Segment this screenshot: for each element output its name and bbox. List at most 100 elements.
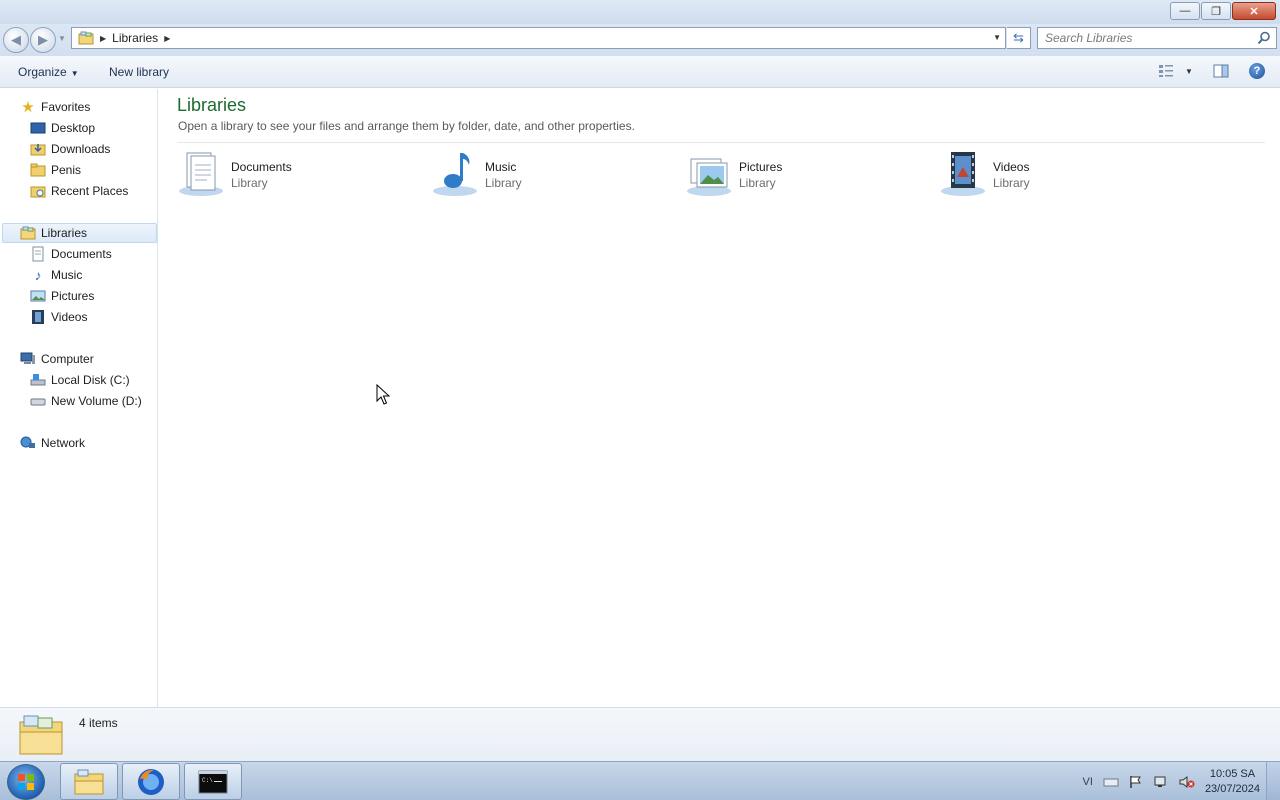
videos-library-icon bbox=[941, 152, 985, 196]
search-icon[interactable] bbox=[1257, 31, 1271, 45]
library-name: Videos bbox=[993, 160, 1030, 174]
help-button[interactable]: ? bbox=[1248, 63, 1266, 79]
nav-item-label: Music bbox=[51, 268, 83, 282]
search-box[interactable] bbox=[1037, 27, 1277, 49]
language-indicator[interactable]: VI bbox=[1083, 776, 1093, 788]
taskbar: C:\ VI 10:05 SA 23/07/2024 bbox=[0, 761, 1280, 800]
document-icon bbox=[30, 246, 46, 262]
view-options-dropdown[interactable]: ▼ bbox=[1180, 63, 1198, 79]
drive-icon bbox=[30, 393, 46, 409]
new-library-button[interactable]: New library bbox=[109, 65, 169, 79]
address-dropdown-icon[interactable]: ▼ bbox=[993, 33, 1001, 42]
show-desktop-button[interactable] bbox=[1266, 762, 1280, 800]
library-tile-documents[interactable]: Documents Library bbox=[177, 149, 417, 201]
organize-button[interactable]: Organize ▼ bbox=[18, 65, 79, 79]
system-drive-icon bbox=[30, 372, 46, 388]
preview-pane-icon bbox=[1213, 64, 1229, 78]
breadcrumb-separator[interactable]: ▶ bbox=[164, 34, 170, 43]
address-bar[interactable]: ▶ Libraries ▶ ▼ bbox=[71, 27, 1006, 49]
forward-button[interactable]: ▶ bbox=[30, 27, 56, 53]
recent-pages-dropdown[interactable]: ▼ bbox=[58, 34, 66, 43]
nav-item-videos[interactable]: Videos bbox=[30, 307, 87, 327]
breadcrumb-libraries[interactable]: Libraries bbox=[112, 31, 158, 45]
libraries-icon bbox=[20, 225, 36, 241]
network-status-icon[interactable] bbox=[1153, 775, 1169, 789]
change-view-button[interactable] bbox=[1157, 63, 1175, 79]
window-controls: — ❐ ✕ bbox=[1170, 2, 1276, 20]
nav-item-documents[interactable]: Documents bbox=[30, 244, 112, 264]
forward-arrow-icon: ▶ bbox=[38, 32, 48, 47]
start-button[interactable] bbox=[7, 764, 45, 800]
maximize-button[interactable]: ❐ bbox=[1201, 2, 1231, 20]
nav-item-penis[interactable]: Penis bbox=[30, 160, 81, 180]
command-prompt-icon: C:\ bbox=[198, 770, 228, 793]
library-tile-music[interactable]: Music Library bbox=[431, 149, 671, 201]
nav-item-label: Local Disk (C:) bbox=[51, 373, 130, 387]
nav-computer-label: Computer bbox=[41, 352, 94, 366]
pictures-library-icon bbox=[687, 158, 731, 196]
library-name: Documents bbox=[231, 160, 292, 174]
back-arrow-icon: ◀ bbox=[11, 32, 21, 47]
nav-network[interactable]: Network bbox=[20, 433, 85, 453]
nav-favorites[interactable]: ★ Favorites bbox=[20, 97, 90, 117]
library-name: Pictures bbox=[739, 160, 783, 174]
taskbar-explorer-button[interactable] bbox=[60, 763, 118, 800]
refresh-icon: ⇆ bbox=[1013, 30, 1024, 45]
minimize-button[interactable]: — bbox=[1170, 2, 1200, 20]
nav-item-label: Recent Places bbox=[51, 184, 129, 198]
nav-libraries-label: Libraries bbox=[41, 226, 88, 240]
taskbar-cmd-button[interactable]: C:\ bbox=[184, 763, 242, 800]
nav-item-label: Pictures bbox=[51, 289, 95, 303]
action-center-flag-icon[interactable] bbox=[1129, 775, 1143, 789]
refresh-button[interactable]: ⇆ bbox=[1007, 27, 1031, 49]
title-bar: — ❐ ✕ bbox=[0, 0, 1280, 24]
nav-item-local-disk-c[interactable]: Local Disk (C:) bbox=[30, 370, 130, 390]
clock-date: 23/07/2024 bbox=[1204, 782, 1260, 795]
keyboard-icon[interactable] bbox=[1103, 776, 1119, 788]
content-pane: Libraries Open a library to see your fil… bbox=[159, 89, 1280, 707]
network-icon bbox=[20, 435, 36, 451]
search-input[interactable] bbox=[1045, 31, 1245, 45]
command-bar: Organize ▼ New library ▼ ? bbox=[0, 56, 1280, 88]
nav-item-pictures[interactable]: Pictures bbox=[30, 286, 94, 306]
svg-text:C:\: C:\ bbox=[202, 777, 213, 784]
nav-item-new-volume-d[interactable]: New Volume (D:) bbox=[30, 391, 142, 411]
music-library-icon bbox=[433, 153, 477, 196]
breadcrumb-separator[interactable]: ▶ bbox=[100, 34, 106, 43]
desktop-icon bbox=[30, 120, 46, 136]
library-tile-videos[interactable]: Videos Library bbox=[939, 149, 1179, 201]
volume-muted-icon[interactable] bbox=[1179, 775, 1195, 789]
taskbar-firefox-button[interactable] bbox=[122, 763, 180, 800]
nav-item-label: Videos bbox=[51, 310, 88, 324]
nav-item-desktop[interactable]: Desktop bbox=[30, 118, 95, 138]
back-button[interactable]: ◀ bbox=[3, 27, 29, 53]
documents-library-icon bbox=[179, 152, 223, 196]
nav-item-music[interactable]: ♪ Music bbox=[30, 265, 83, 285]
nav-computer[interactable]: Computer bbox=[20, 349, 94, 369]
library-kind: Library bbox=[993, 176, 1030, 190]
view-icon bbox=[1159, 65, 1173, 77]
system-tray: VI 10:05 SA 23/07/2024 bbox=[1083, 762, 1260, 800]
library-tile-pictures[interactable]: Pictures Library bbox=[685, 149, 925, 201]
nav-item-recent-places[interactable]: Recent Places bbox=[30, 181, 128, 201]
divider bbox=[177, 142, 1265, 143]
library-kind: Library bbox=[485, 176, 522, 190]
nav-item-label: Downloads bbox=[51, 142, 111, 156]
details-pane: 4 items bbox=[0, 707, 1280, 761]
explorer-folder-icon bbox=[74, 769, 104, 794]
clock[interactable]: 10:05 SA 23/07/2024 bbox=[1205, 767, 1260, 797]
libraries-icon bbox=[78, 31, 94, 45]
nav-favorites-label: Favorites bbox=[41, 100, 91, 114]
folder-icon bbox=[30, 162, 46, 178]
help-icon: ? bbox=[1249, 63, 1265, 79]
nav-network-label: Network bbox=[41, 436, 86, 450]
libraries-folder-icon bbox=[19, 715, 63, 755]
star-icon: ★ bbox=[21, 99, 35, 116]
nav-item-label: New Volume (D:) bbox=[51, 394, 142, 408]
close-button[interactable]: ✕ bbox=[1232, 2, 1276, 20]
nav-item-label: Desktop bbox=[51, 121, 96, 135]
nav-item-downloads[interactable]: Downloads bbox=[30, 139, 110, 159]
nav-libraries[interactable]: Libraries bbox=[20, 223, 87, 243]
library-name: Music bbox=[485, 160, 517, 174]
preview-pane-button[interactable] bbox=[1212, 63, 1230, 79]
